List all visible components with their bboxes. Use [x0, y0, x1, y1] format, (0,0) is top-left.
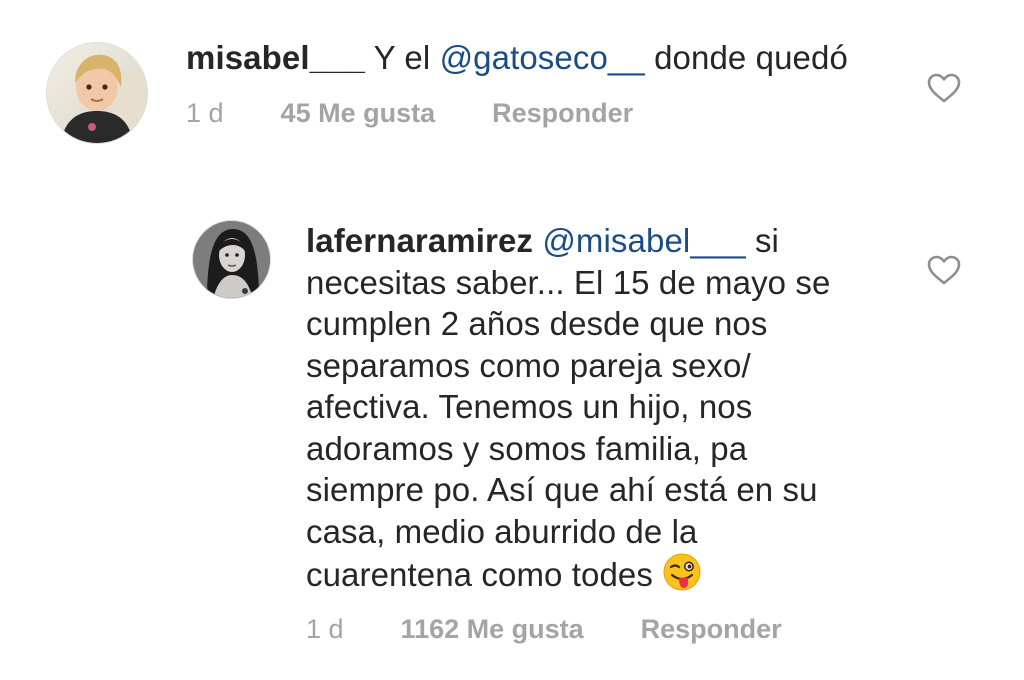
comment-meta: 1 d 45 Me gusta Responder [186, 98, 633, 129]
avatar[interactable] [46, 42, 148, 144]
reply-button[interactable]: Responder [641, 614, 782, 645]
winking-face-with-tongue-icon [663, 553, 701, 591]
heart-icon[interactable] [926, 72, 962, 104]
avatar[interactable] [192, 220, 271, 299]
comment-text: misabel___ Y el @gatoseco__ donde quedó [186, 39, 848, 76]
comment-time: 1 d [186, 98, 224, 128]
likes-count[interactable]: 1162 Me gusta [401, 614, 584, 645]
comment-lafernaramirez: lafernaramirez @misabel___ si necesitas … [0, 170, 1024, 680]
mention-link[interactable]: @misabel___ [542, 222, 745, 259]
likes-count[interactable]: 45 Me gusta [281, 98, 436, 129]
comment-time: 1 d [306, 614, 344, 644]
comment-misabel: misabel___ Y el @gatoseco__ donde quedó … [0, 0, 1024, 170]
comment-username[interactable]: misabel___ [186, 39, 365, 76]
avatar-photo [193, 221, 270, 298]
comment-text: lafernaramirez @misabel___ si necesitas … [306, 222, 831, 593]
comment-username[interactable]: lafernaramirez [306, 222, 533, 259]
heart-icon[interactable] [926, 254, 962, 286]
reply-button[interactable]: Responder [492, 98, 633, 129]
avatar-photo [47, 43, 147, 143]
comment-meta: 1 d 1162 Me gusta Responder [306, 614, 782, 645]
mention-link[interactable]: @gatoseco__ [440, 39, 645, 76]
